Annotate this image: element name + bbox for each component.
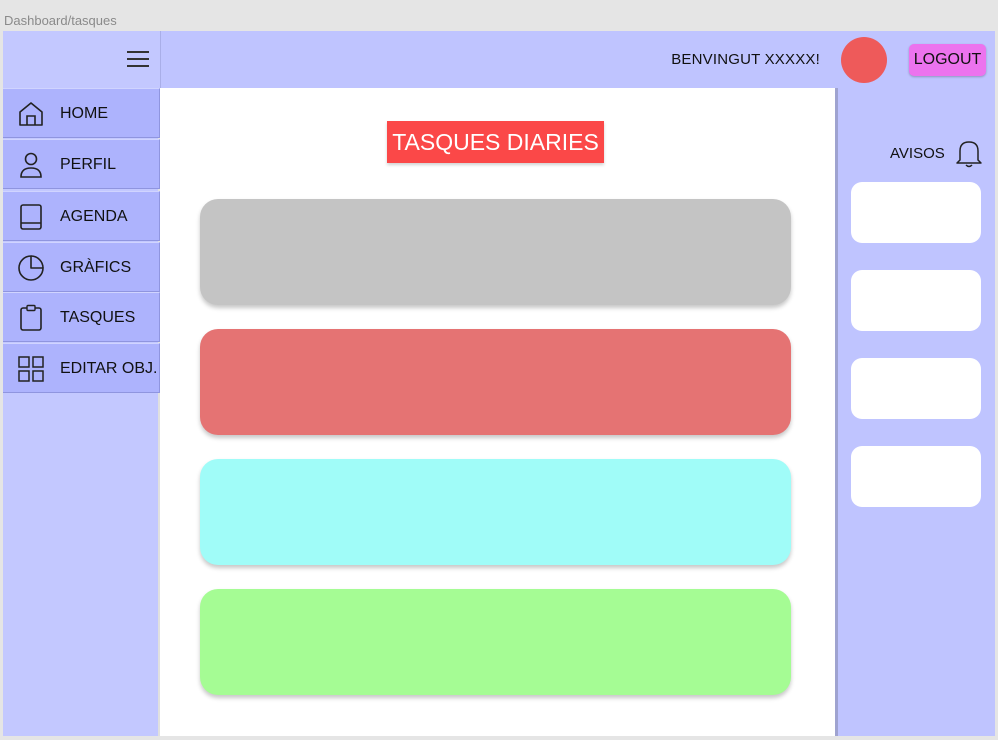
sidebar-item-label: GRÀFICS <box>60 259 132 276</box>
clipboard-icon <box>20 304 42 331</box>
header-left-panel <box>3 31 161 88</box>
sidebar-item-agenda[interactable]: AGENDA <box>3 191 160 241</box>
grid-icon <box>18 356 44 382</box>
task-card-4[interactable] <box>200 589 791 695</box>
sidebar-item-label: AGENDA <box>60 208 128 225</box>
avatar[interactable] <box>841 37 887 83</box>
notice-card[interactable] <box>851 182 981 243</box>
notice-card[interactable] <box>851 446 981 507</box>
notices-label: AVISOS <box>890 145 945 162</box>
welcome-text: BENVINGUT XXXXX! <box>671 51 820 68</box>
bell-icon[interactable] <box>955 138 983 168</box>
top-header: BENVINGUT XXXXX! LOGOUT <box>3 31 995 88</box>
user-icon <box>20 152 42 178</box>
home-icon <box>19 102 43 126</box>
sidebar-item-grafics[interactable]: GRÀFICS <box>3 242 160 292</box>
sidebar: HOME PERFIL AGENDA GRÀFICS TASQUES EDITA… <box>3 88 160 736</box>
task-card-2[interactable] <box>200 329 791 435</box>
pie-chart-icon <box>18 255 44 281</box>
sidebar-item-label: TASQUES <box>60 309 136 326</box>
frame-label: Dashboard/tasques <box>4 13 117 28</box>
logout-button[interactable]: LOGOUT <box>909 44 986 76</box>
sidebar-item-perfil[interactable]: PERFIL <box>3 139 160 189</box>
book-icon <box>20 204 42 230</box>
sidebar-item-label: HOME <box>60 105 108 122</box>
notice-card[interactable] <box>851 270 981 331</box>
sidebar-item-editar-obj[interactable]: EDITAR OBJ. <box>3 343 160 393</box>
hamburger-menu-icon[interactable] <box>127 51 149 68</box>
dashboard-frame: BENVINGUT XXXXX! LOGOUT HOME PERFIL AGEN… <box>3 31 995 736</box>
notices-panel: AVISOS <box>835 88 995 736</box>
notice-card[interactable] <box>851 358 981 419</box>
sidebar-item-label: PERFIL <box>60 156 117 173</box>
task-card-1[interactable] <box>200 199 791 305</box>
page-title: TASQUES DIARIES <box>387 121 604 163</box>
sidebar-item-home[interactable]: HOME <box>3 88 160 138</box>
sidebar-item-label: EDITAR OBJ. <box>60 360 158 377</box>
sidebar-item-tasques[interactable]: TASQUES <box>3 292 160 342</box>
task-card-3[interactable] <box>200 459 791 565</box>
